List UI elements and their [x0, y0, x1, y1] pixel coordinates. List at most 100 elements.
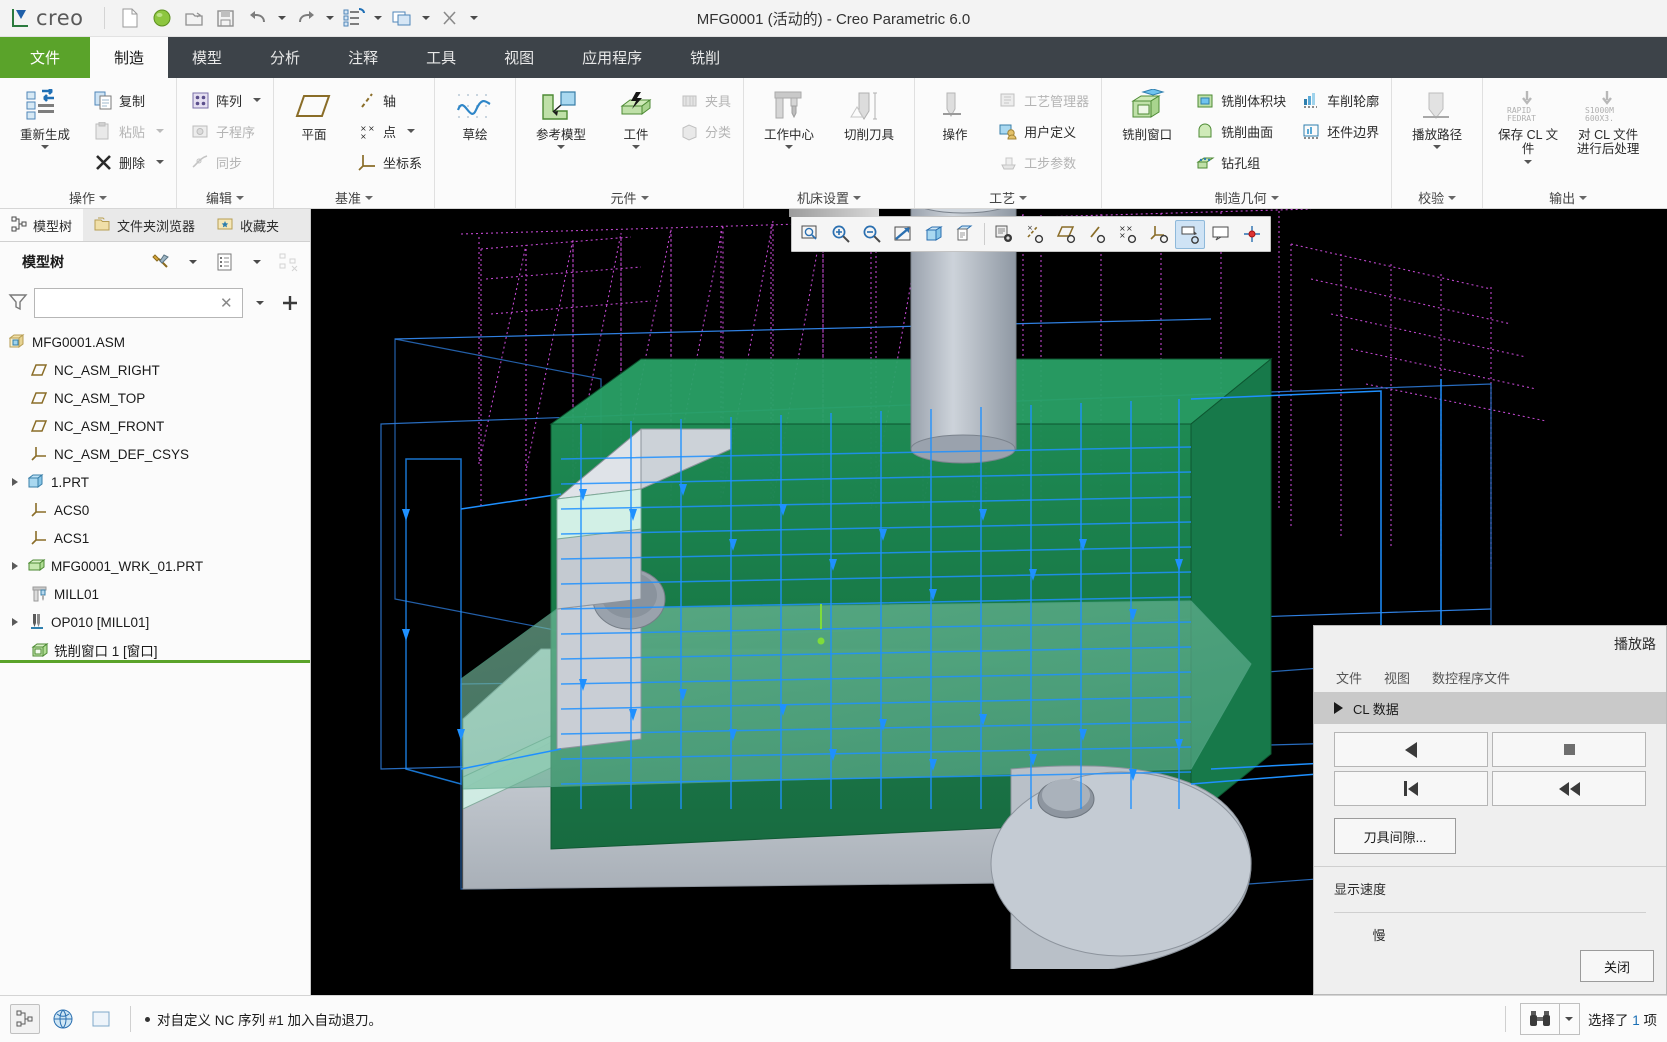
model-tree-search-field[interactable]: ✕	[34, 288, 243, 318]
close-dialog-button[interactable]: 关闭	[1580, 950, 1654, 982]
datum-plane-button[interactable]: 平面	[281, 85, 347, 145]
zoom-in-icon[interactable]	[826, 220, 856, 249]
mill-volume-button[interactable]: 铣削体积块	[1189, 85, 1291, 115]
zoom-out-icon[interactable]	[857, 220, 887, 249]
search-options-dropdown[interactable]	[249, 290, 273, 316]
search-options-dropdown[interactable]	[1558, 1004, 1579, 1034]
settings-tools-dropdown[interactable]	[180, 249, 206, 275]
operation-button[interactable]: 操作	[922, 85, 988, 145]
play-reverse-button[interactable]	[1334, 732, 1488, 767]
fixture-button[interactable]: 夹具	[673, 85, 736, 115]
group-title-edit[interactable]: 编辑	[177, 187, 273, 208]
group-title-process[interactable]: 工艺	[915, 187, 1101, 208]
sidebar-tab-favorites[interactable]: 收藏夹	[206, 209, 290, 241]
group-title-mfg-geometry[interactable]: 制造几何	[1102, 187, 1391, 208]
regenerate-button[interactable]: 重新生成	[7, 85, 83, 152]
binoculars-icon[interactable]	[1521, 1004, 1559, 1034]
tree-item-mill01[interactable]: MILL01	[0, 580, 310, 608]
tree-display-icon[interactable]	[212, 249, 238, 275]
expand-toggle[interactable]	[8, 559, 22, 573]
display-style-icon[interactable]	[919, 220, 949, 249]
pattern-button[interactable]: 阵列	[184, 85, 266, 115]
chevron-down-icon[interactable]	[156, 160, 165, 164]
chevron-down-icon[interactable]	[41, 145, 49, 150]
tree-item-acs0[interactable]: ACS0	[0, 496, 310, 524]
sync-button[interactable]: 同步	[184, 147, 266, 177]
tab-file[interactable]: 文件	[0, 37, 91, 78]
tab-view[interactable]: 视图	[480, 37, 558, 78]
chevron-down-icon[interactable]	[1524, 159, 1533, 164]
chevron-down-icon[interactable]	[632, 145, 641, 150]
regenerate-list-button[interactable]	[339, 4, 369, 32]
tree-item-nc-asm-top[interactable]: NC_ASM_TOP	[0, 384, 310, 412]
repaint-icon[interactable]	[888, 220, 918, 249]
user-defined-button[interactable]: 用户定义	[992, 116, 1094, 146]
workpiece-button[interactable]: 工件	[603, 85, 669, 152]
sketch-button[interactable]: 草绘	[442, 85, 508, 145]
stock-boundary-button[interactable]: 坯件边界	[1295, 116, 1384, 146]
tool-clearance-button[interactable]: 刀具间隙...	[1334, 818, 1456, 854]
redo-button[interactable]	[291, 4, 321, 32]
selection-filter-icon[interactable]	[10, 1004, 40, 1034]
graphics-viewport[interactable]: × × × × 播放路 文件 视图 数控程序文件 CL 数据 刀具间隙... 显…	[311, 209, 1667, 995]
tree-filter-off-icon[interactable]	[276, 249, 302, 275]
paste-button[interactable]: 粘贴	[87, 116, 169, 146]
chevron-down-icon[interactable]	[407, 129, 416, 133]
tab-annotate[interactable]: 注释	[324, 37, 402, 78]
tree-item-mfg0001-wrk-01-prt[interactable]: MFG0001_WRK_01.PRT	[0, 552, 310, 580]
tree-item-nc-asm-front[interactable]: NC_ASM_FRONT	[0, 412, 310, 440]
speed-slider-row[interactable]: 慢	[1314, 913, 1666, 944]
spin-center-icon[interactable]	[1237, 220, 1267, 249]
tree-item-nc-asm-right[interactable]: NC_ASM_RIGHT	[0, 356, 310, 384]
tab-milling[interactable]: 铣削	[666, 37, 744, 78]
zoom-refit-icon[interactable]	[795, 220, 825, 249]
datum-point-button[interactable]: × × × 点	[351, 116, 427, 146]
sidebar-tab-folder-browser[interactable]: 文件夹浏览器	[83, 209, 206, 241]
rewind-button[interactable]	[1492, 771, 1646, 806]
dialog-menu-file[interactable]: 文件	[1336, 668, 1362, 687]
dialog-menu-nc-program-file[interactable]: 数控程序文件	[1432, 668, 1510, 687]
window-dropdown[interactable]	[419, 4, 433, 32]
group-title-machine-setup[interactable]: 机床设置	[744, 187, 914, 208]
tab-analysis[interactable]: 分析	[246, 37, 324, 78]
blank-square-icon[interactable]	[86, 1004, 116, 1034]
expand-toggle[interactable]	[8, 615, 22, 629]
tab-applications[interactable]: 应用程序	[558, 37, 666, 78]
regenerate-dropdown[interactable]	[371, 4, 385, 32]
save-button[interactable]	[211, 4, 241, 32]
saved-views-icon[interactable]	[950, 220, 980, 249]
group-title-output[interactable]: 输出	[1483, 187, 1653, 208]
mill-window-button[interactable]: 铣削窗口	[1109, 85, 1185, 145]
delete-button[interactable]: 删除	[87, 147, 169, 177]
open-session-button[interactable]	[147, 4, 177, 32]
sidebar-tab-model-tree[interactable]: 模型树	[0, 209, 84, 241]
tab-tools[interactable]: 工具	[402, 37, 480, 78]
stop-button[interactable]	[1492, 732, 1646, 767]
tree-item-1-prt[interactable]: 1.PRT	[0, 468, 310, 496]
cutting-tool-button[interactable]: 切削刀具	[831, 85, 907, 145]
subroutine-button[interactable]: 子程序	[184, 116, 266, 146]
tab-manufacturing[interactable]: 制造	[90, 37, 169, 78]
dialog-menu-view[interactable]: 视图	[1384, 668, 1410, 687]
post-process-button[interactable]: S1000M 600X3. 对 CL 文件 进行后处理	[1570, 85, 1646, 160]
group-title-verify[interactable]: 校验	[1392, 187, 1482, 208]
undo-button[interactable]	[243, 4, 273, 32]
skip-start-button[interactable]	[1334, 771, 1488, 806]
clear-search-icon[interactable]: ✕	[217, 294, 236, 312]
window-manage-button[interactable]	[387, 4, 417, 32]
tree-item-acs1[interactable]: ACS1	[0, 524, 310, 552]
settings-tools-icon[interactable]	[148, 249, 174, 275]
axis-display-icon[interactable]: ×	[1020, 220, 1050, 249]
undo-dropdown[interactable]	[275, 4, 289, 32]
datum-axis-button[interactable]: 轴	[351, 85, 427, 115]
copy-button[interactable]: 复制	[87, 85, 169, 115]
datum-csys-button[interactable]: 坐标系	[351, 147, 427, 177]
turn-profile-button[interactable]: 车削轮廓	[1295, 85, 1384, 115]
step-param-button[interactable]: 工步参数	[992, 147, 1094, 177]
group-title-operations[interactable]: 操作	[0, 187, 176, 208]
toolbar-drag-handle[interactable]	[789, 209, 879, 217]
tree-item-op010[interactable]: OP010 [MILL01]	[0, 608, 310, 636]
drill-group-button[interactable]: 钻孔组	[1189, 147, 1291, 177]
tree-item-mill-window-1[interactable]: 铣削窗口 1 [窗口]	[0, 636, 310, 660]
annotation-display-icon[interactable]	[989, 220, 1019, 249]
